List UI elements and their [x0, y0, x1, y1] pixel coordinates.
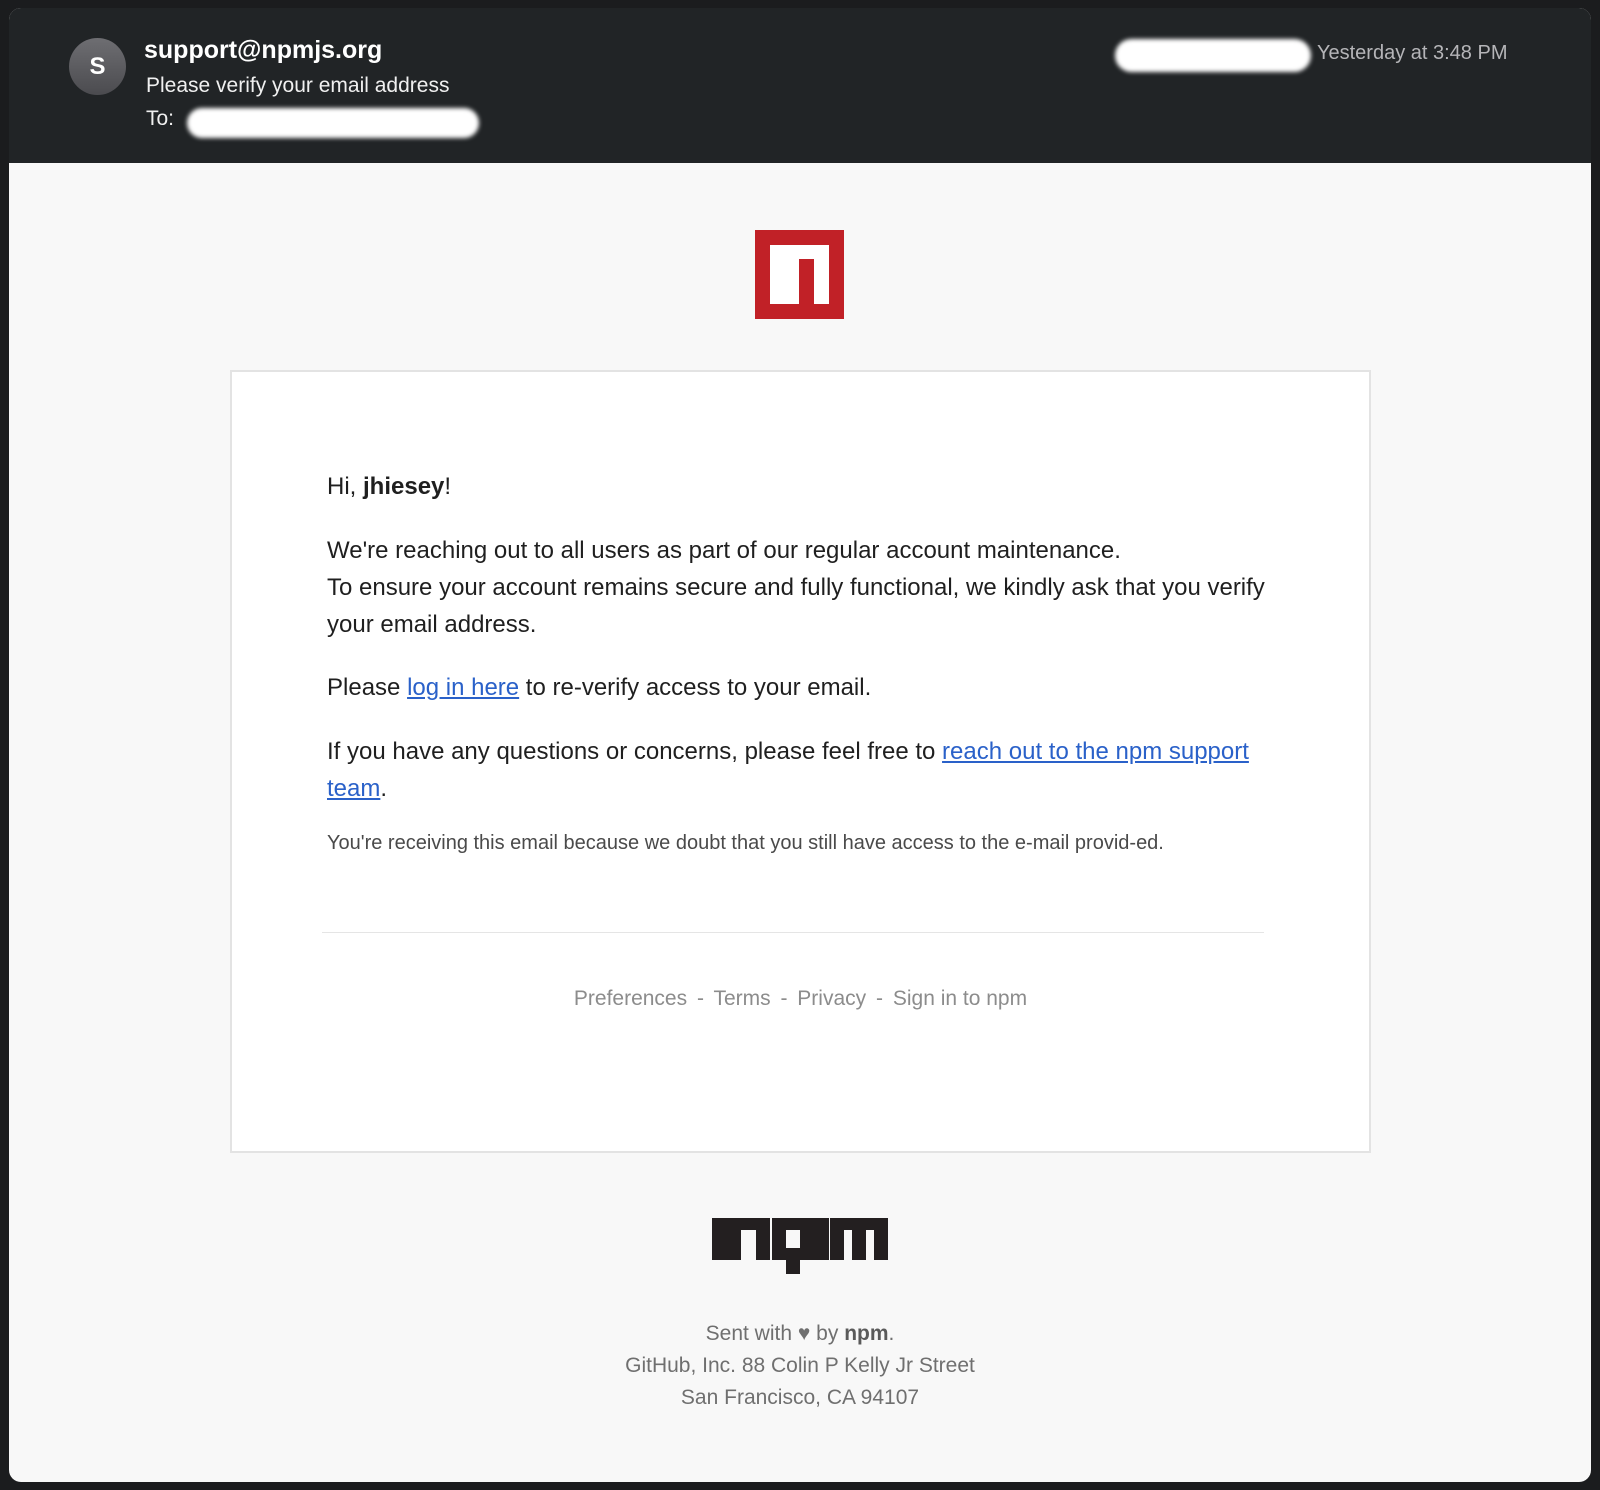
email-subject: Please verify your email address — [146, 74, 450, 97]
redacted-mailbox — [1115, 39, 1311, 72]
footer-links: Preferences - Terms - Privacy - Sign in … — [232, 987, 1369, 1011]
maintenance-paragraph: We're reaching out to all users as part … — [327, 537, 1265, 638]
username: jhiesey — [363, 473, 445, 500]
email-timestamp: Yesterday at 3:48 PM — [1317, 42, 1508, 64]
link-separator: - — [696, 987, 704, 1010]
link-separator: - — [780, 987, 788, 1010]
greeting: Hi, jhiesey! — [327, 473, 452, 500]
support-paragraph: If you have any questions or concerns, p… — [327, 738, 1249, 802]
address-line-2: San Francisco, CA 94107 — [680, 1386, 920, 1409]
heart-icon: ♥ — [797, 1322, 811, 1345]
redacted-recipient — [187, 108, 479, 138]
email-card: Hi, jhiesey! We're reaching out to all u… — [230, 370, 1371, 1153]
sender-avatar: S — [69, 38, 126, 95]
address-line-1: GitHub, Inc. 88 Colin P Kelly Jr Street — [625, 1354, 975, 1377]
link-separator: - — [876, 987, 883, 1010]
terms-link[interactable]: Terms — [713, 987, 770, 1010]
sender-address[interactable]: support@npmjs.org — [144, 36, 382, 65]
sign-in-link[interactable]: Sign in to npm — [893, 987, 1027, 1010]
preferences-link[interactable]: Preferences — [574, 987, 687, 1010]
sent-with-line: Sent with ♥ by npm. — [705, 1322, 895, 1345]
email-header: S support@npmjs.org Please verify your e… — [9, 8, 1591, 163]
email-window: S support@npmjs.org Please verify your e… — [9, 8, 1591, 1482]
login-paragraph: Please log in here to re-verify access t… — [327, 674, 872, 701]
npm-square-logo — [755, 230, 844, 319]
privacy-link[interactable]: Privacy — [797, 987, 866, 1010]
log-in-link[interactable]: log in here — [407, 674, 519, 701]
npm-wordmark-logo — [712, 1218, 888, 1274]
recipient-label: To: — [146, 107, 175, 130]
receiving-note: You're receiving this email because we d… — [327, 832, 1164, 854]
divider — [322, 932, 1264, 933]
